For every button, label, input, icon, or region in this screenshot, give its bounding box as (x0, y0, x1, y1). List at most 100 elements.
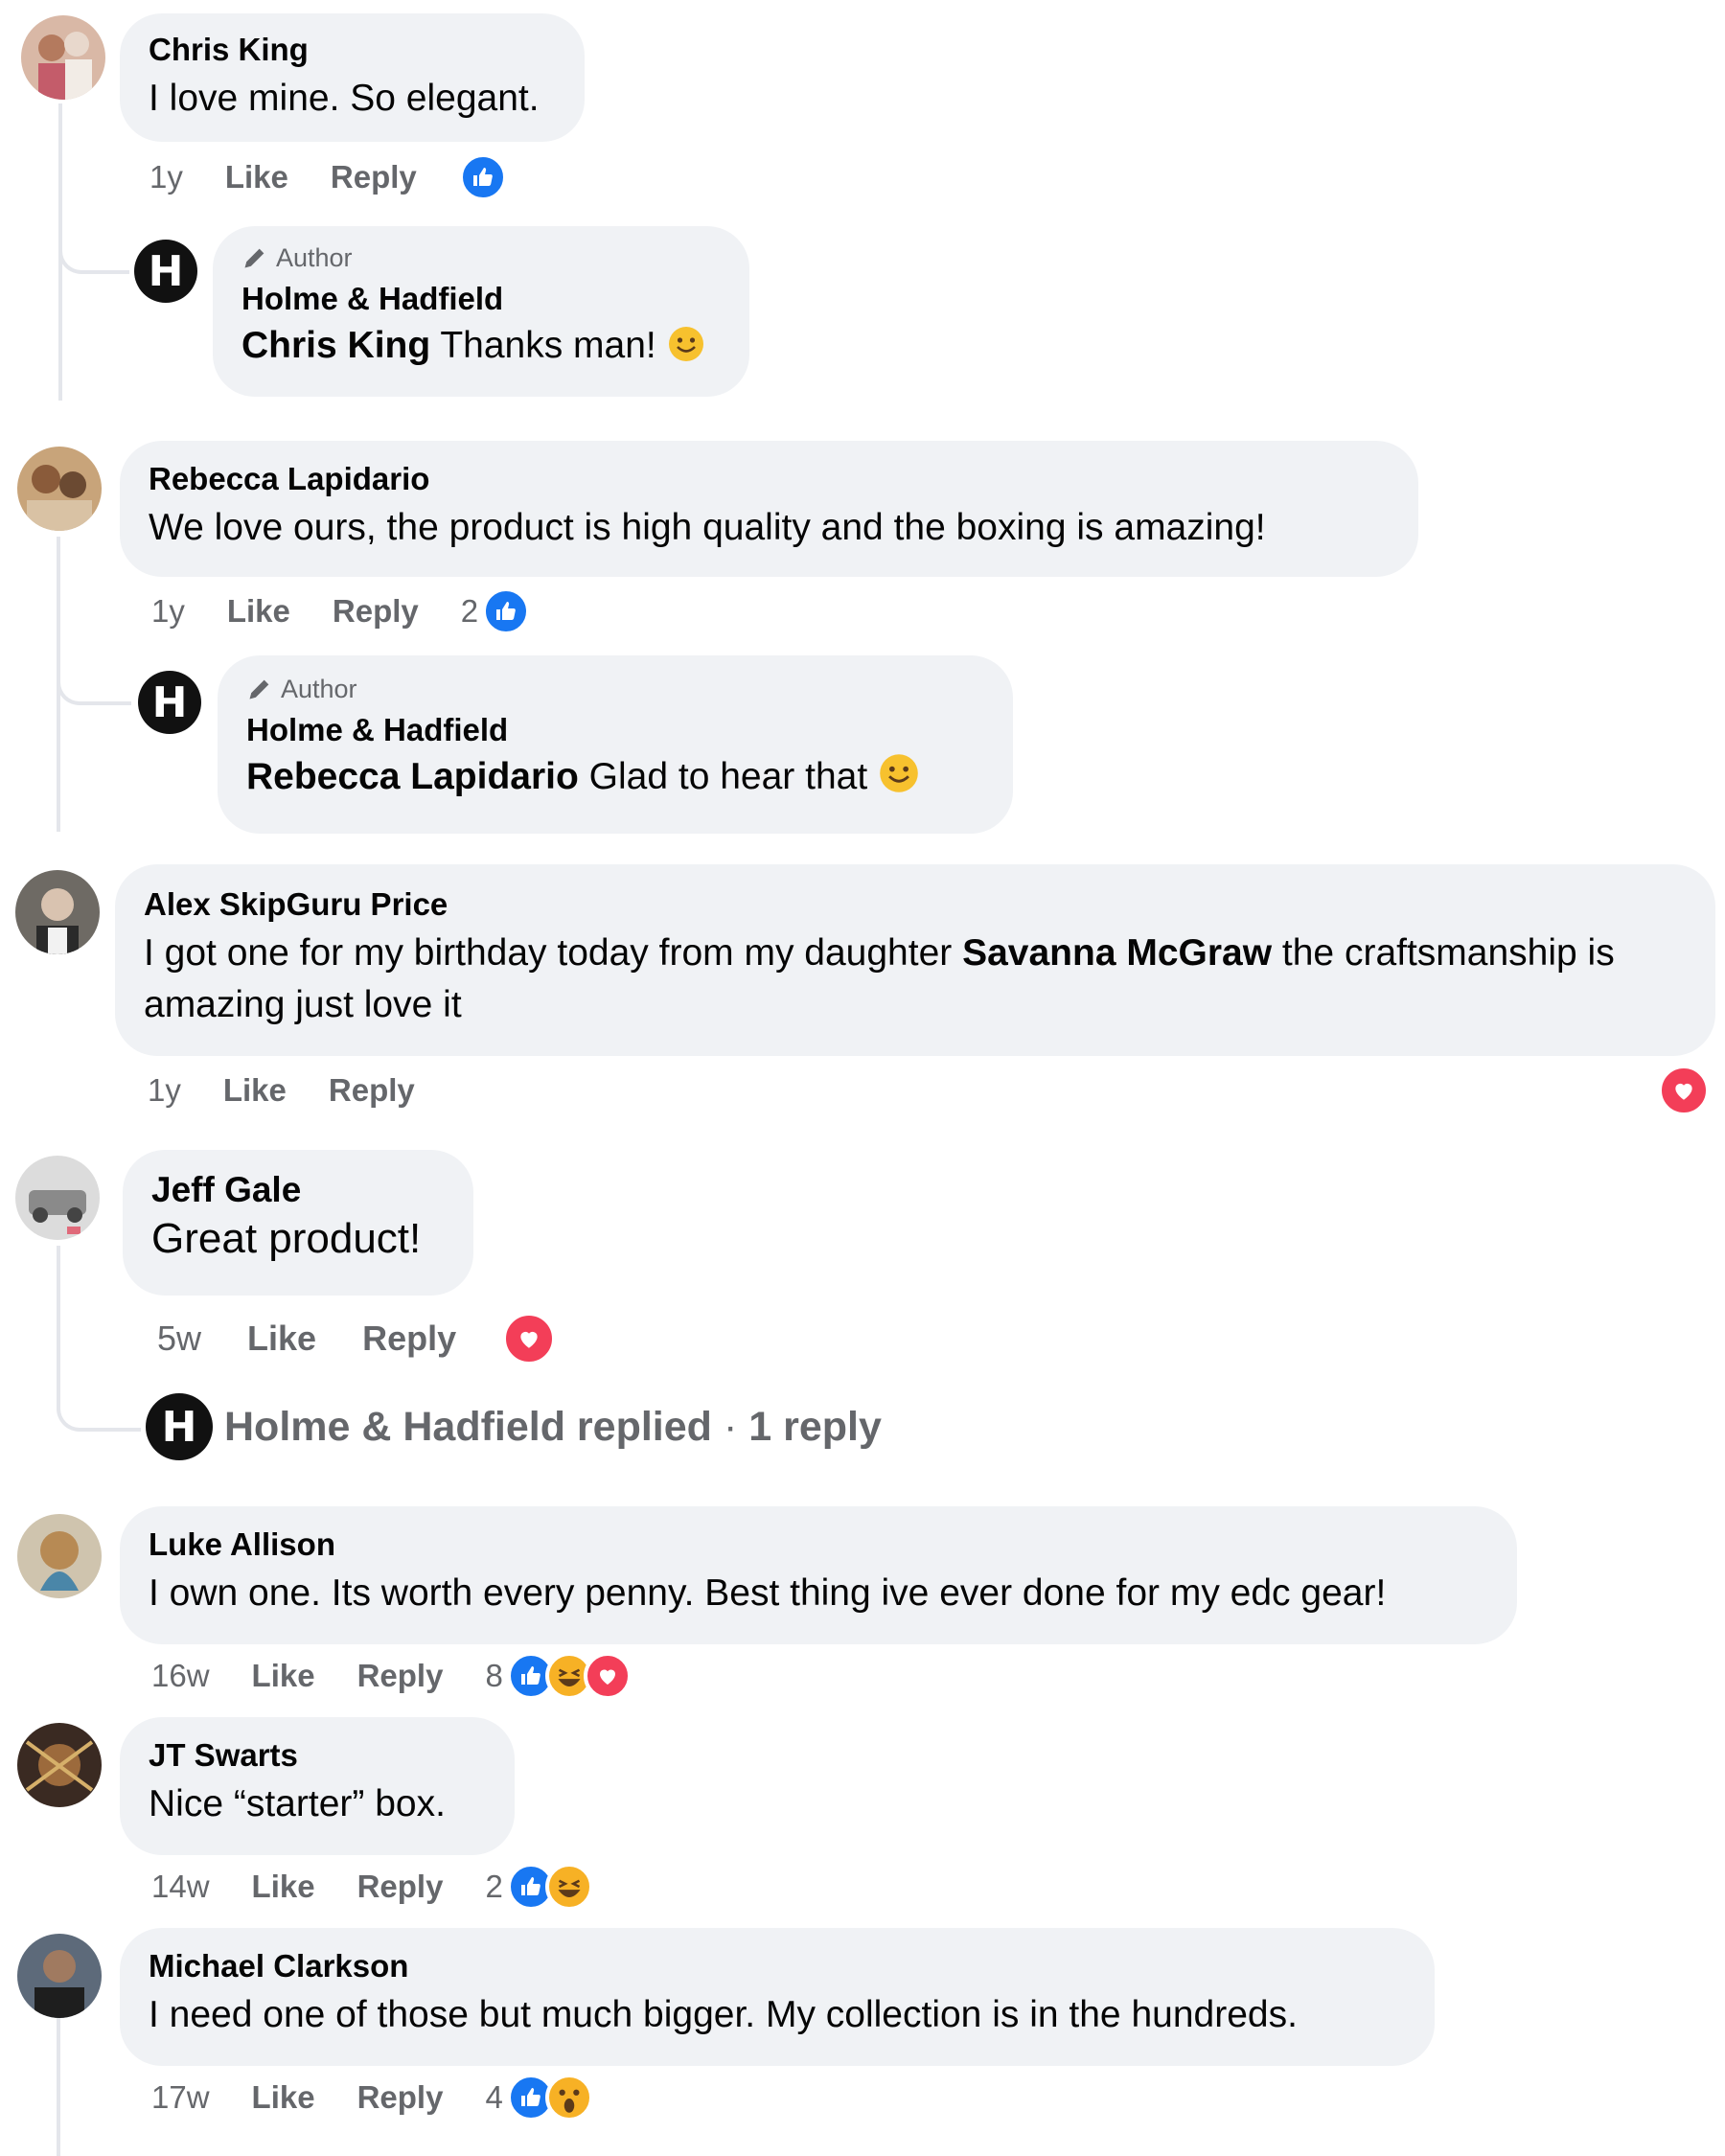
commenter-name[interactable]: Jeff Gale (151, 1171, 445, 1209)
comment-bubble: Chris King I love mine. So elegant. (120, 13, 585, 142)
thread-line (57, 2012, 60, 2156)
reaction-count: 8 (485, 1658, 503, 1693)
comment-text: Great product! (151, 1215, 422, 1262)
author-reply-bubble: Author Holme & Hadfield Rebecca Lapidari… (218, 655, 1013, 834)
brand-logo[interactable]: H (138, 671, 201, 734)
brand-logo: H (146, 1393, 213, 1460)
reply-text: Chris King Thanks man! (242, 320, 721, 372)
comment-actions: 16w Like Reply 8 (151, 1652, 632, 1700)
commenter-name[interactable]: JT Swarts (149, 1736, 486, 1775)
comment-time[interactable]: 16w (151, 1658, 210, 1694)
like-button[interactable]: Like (252, 2079, 315, 2116)
comment-time[interactable]: 1y (151, 593, 185, 630)
like-button[interactable]: Like (252, 1869, 315, 1905)
avatar[interactable] (15, 870, 100, 954)
pencil-icon (249, 679, 269, 700)
like-button[interactable]: Like (223, 1072, 287, 1109)
commenter-name[interactable]: Rebecca Lapidario (149, 460, 1390, 498)
reply-button[interactable]: Reply (331, 159, 417, 195)
commenter-name[interactable]: Michael Clarkson (149, 1947, 1406, 1985)
comment-bubble: Rebecca Lapidario We love ours, the prod… (120, 441, 1418, 577)
author-badge-label: Author (276, 243, 353, 272)
comment-bubble: Michael Clarkson I need one of those but… (120, 1928, 1435, 2066)
comment-bubble: Alex SkipGuru Price I got one for my bir… (115, 864, 1715, 1056)
comment-actions: 5w Like Reply (157, 1312, 557, 1365)
like-button[interactable]: Like (225, 159, 288, 195)
replies-separator: · (723, 1403, 738, 1450)
like-button[interactable]: Like (227, 593, 290, 630)
love-reaction-icon[interactable] (1658, 1065, 1710, 1116)
comment-actions: 1y Like Reply 2 (151, 587, 531, 635)
smile-emoji-icon (880, 754, 918, 792)
reactions[interactable]: 4 (485, 2074, 593, 2122)
comment-bubble: JT Swarts Nice “starter” box. (120, 1717, 515, 1855)
avatar[interactable] (17, 1514, 102, 1598)
reaction-count: 2 (485, 1869, 503, 1904)
thread-connector (58, 220, 129, 274)
commenter-name[interactable]: Luke Allison (149, 1525, 1488, 1564)
reply-button[interactable]: Reply (357, 2079, 444, 2116)
haha-reaction-icon (544, 1863, 593, 1911)
reactions[interactable]: 8 (485, 1652, 632, 1700)
avatar[interactable] (21, 15, 105, 100)
author-badge-label: Author (281, 675, 357, 703)
comment-text: Nice “starter” box. (149, 1783, 446, 1824)
reaction-count: 4 (485, 2079, 503, 2115)
replier-name[interactable]: Holme & Hadfield (242, 280, 721, 318)
tagged-user[interactable]: Savanna McGraw (962, 932, 1272, 974)
smile-emoji-icon (668, 327, 703, 361)
like-button[interactable]: Like (252, 1658, 315, 1694)
comment-time[interactable]: 17w (151, 2079, 210, 2116)
comment-text-part: I got one for my birthday today from my … (144, 932, 953, 974)
author-reply-bubble: Author Holme & Hadfield Chris King Thank… (213, 226, 749, 397)
reply-button[interactable]: Reply (357, 1869, 444, 1905)
comment-text: I own one. Its worth every penny. Best t… (149, 1572, 1387, 1614)
replies-count: 1 reply (748, 1403, 882, 1450)
reply-message: Glad to hear that (588, 756, 868, 797)
view-replies-link[interactable]: H Holme & Hadfield replied · 1 reply (146, 1393, 882, 1460)
brand-logo[interactable]: H (134, 240, 197, 303)
reaction-count: 2 (460, 593, 479, 629)
reactions[interactable]: 2 (485, 1863, 593, 1911)
commenter-name[interactable]: Alex SkipGuru Price (144, 885, 1687, 924)
love-reaction-icon (583, 1652, 632, 1700)
comment-actions: 1y Like Reply (148, 1067, 415, 1114)
comment-text: I need one of those but much bigger. My … (149, 1994, 1298, 2035)
reactions[interactable] (458, 153, 507, 201)
avatar[interactable] (15, 1156, 100, 1240)
commenter-name[interactable]: Chris King (149, 31, 556, 69)
comment-actions: 17w Like Reply 4 (151, 2074, 593, 2122)
love-reaction-icon (502, 1312, 557, 1365)
comment-time[interactable]: 1y (150, 159, 183, 195)
pencil-icon (244, 248, 264, 268)
reply-message: Thanks man! (440, 325, 656, 366)
tagged-user[interactable]: Chris King (242, 325, 430, 366)
wow-reaction-icon (544, 2074, 593, 2122)
tagged-user[interactable]: Rebecca Lapidario (246, 756, 579, 797)
comment-bubble: Jeff Gale Great product! (123, 1150, 473, 1296)
reply-button[interactable]: Reply (329, 1072, 415, 1109)
comment-text: I got one for my birthday today from my … (144, 928, 1687, 1031)
thread-connector (57, 1342, 141, 1432)
avatar[interactable] (17, 1723, 102, 1807)
reply-button[interactable]: Reply (357, 1658, 444, 1694)
reply-button[interactable]: Reply (362, 1319, 456, 1359)
reactions[interactable]: 2 (460, 587, 531, 635)
comment-actions: 1y Like Reply (150, 153, 507, 201)
reactions[interactable] (502, 1312, 557, 1365)
replier-name[interactable]: Holme & Hadfield (246, 711, 984, 749)
avatar[interactable] (17, 1934, 102, 2018)
like-reaction-icon (482, 587, 531, 635)
like-button[interactable]: Like (247, 1319, 316, 1359)
comment-text: I love mine. So elegant. (149, 78, 540, 119)
reply-button[interactable]: Reply (333, 593, 419, 630)
comment-time[interactable]: 5w (157, 1319, 201, 1359)
comment-time[interactable]: 1y (148, 1072, 181, 1109)
comment-time[interactable]: 14w (151, 1869, 210, 1905)
avatar[interactable] (17, 447, 102, 531)
thread-connector (57, 652, 131, 705)
author-badge: Author (242, 241, 721, 274)
author-badge: Author (246, 673, 984, 705)
comment-actions: 14w Like Reply 2 (151, 1863, 593, 1911)
comment-text: We love ours, the product is high qualit… (149, 507, 1266, 548)
